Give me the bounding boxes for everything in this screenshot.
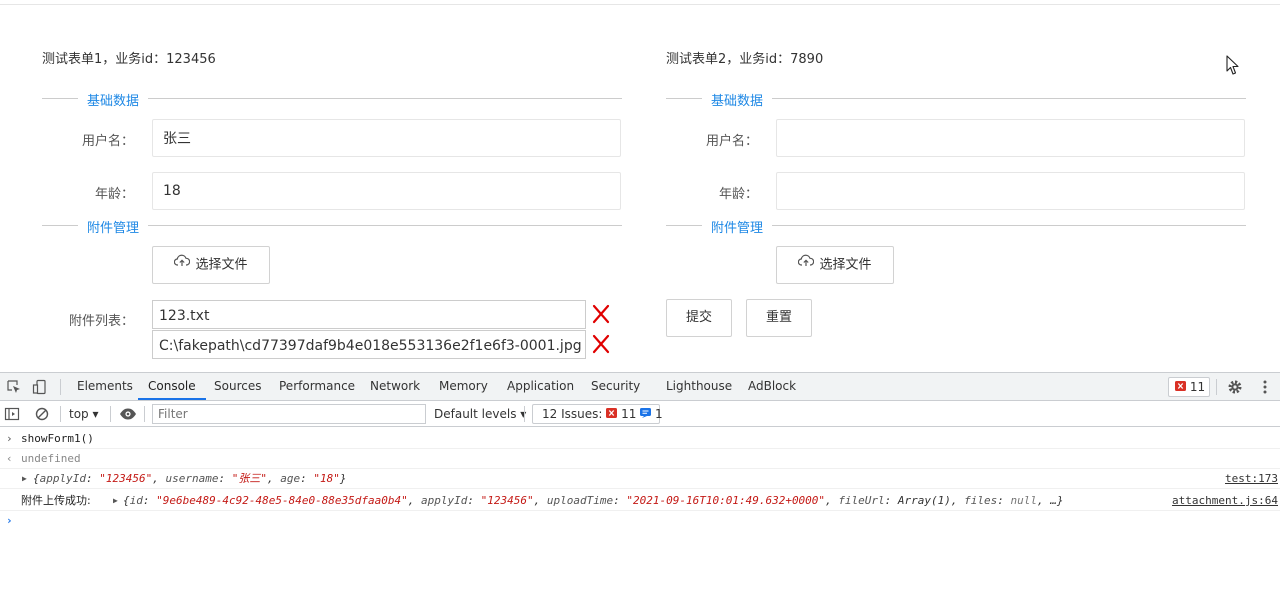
section-divider-attach: 附件管理 — [666, 217, 1246, 236]
eye-icon[interactable] — [119, 406, 136, 422]
age-input[interactable] — [776, 172, 1245, 210]
console-log-line[interactable]: 附件上传成功: ▶ {id: "9e6be489-4c92-48e5-84e0-… — [0, 491, 1280, 511]
tab-elements[interactable]: Elements — [77, 373, 133, 400]
more-vertical-icon[interactable] — [1257, 379, 1273, 395]
issues-button[interactable]: 12 Issues: 11 1 — [532, 404, 663, 424]
inspect-icon[interactable] — [6, 379, 22, 395]
issues-info-count: 1 — [655, 407, 663, 421]
expand-triangle-icon[interactable]: ▶ — [22, 469, 27, 489]
error-count-badge[interactable]: 11 — [1168, 377, 1210, 397]
console-command: showForm1() — [21, 432, 94, 445]
tab-console[interactable]: Console — [138, 373, 206, 400]
reset-button[interactable]: 重置 — [746, 299, 812, 337]
section-title: 附件管理 — [711, 221, 764, 236]
delete-x-icon[interactable] — [590, 333, 612, 355]
tab-lighthouse[interactable]: Lighthouse — [666, 373, 732, 400]
cursor-icon — [1226, 55, 1240, 80]
log-source-link[interactable]: test:173 — [1225, 469, 1278, 489]
choose-file-button[interactable]: 选择文件 — [776, 246, 894, 284]
settings-gear-icon[interactable] — [1227, 379, 1243, 395]
choose-file-button[interactable]: 选择文件 — [152, 246, 270, 284]
form-title: 测试表单1，业务id：123456 — [42, 52, 216, 67]
delete-x-icon[interactable] — [590, 303, 612, 325]
tab-sources[interactable]: Sources — [214, 373, 261, 400]
section-title: 基础数据 — [87, 94, 140, 109]
devtools-tabbar: Elements Console Sources Performance Net… — [0, 373, 1280, 401]
attachment-item: 123.txt — [152, 300, 586, 329]
attach-list-label: 附件列表： — [68, 314, 134, 329]
choose-file-label: 选择文件 — [819, 257, 872, 273]
error-count: 11 — [1189, 380, 1206, 394]
tab-application[interactable]: Application — [507, 373, 574, 400]
log-object: {applyId: "123456", username: "张三", age:… — [33, 472, 347, 485]
console-log-line[interactable]: ▶ {applyId: "123456", username: "张三", ag… — [0, 469, 1280, 489]
section-title: 基础数据 — [711, 94, 764, 109]
section-title: 附件管理 — [87, 221, 140, 236]
log-object: {id: "9e6be489-4c92-48e5-84e0-88e35dfaa0… — [123, 494, 1064, 507]
username-label: 用户名： — [705, 134, 758, 149]
section-divider-basic: 基础数据 — [666, 90, 1246, 109]
section-divider-basic: 基础数据 — [42, 90, 622, 109]
tab-adblock[interactable]: AdBlock — [748, 373, 796, 400]
device-toggle-icon[interactable] — [32, 379, 48, 395]
console-prompt[interactable]: › — [0, 511, 1280, 531]
console-input-line: › showForm1() — [0, 429, 1280, 449]
age-input[interactable] — [152, 172, 621, 210]
age-label: 年龄： — [94, 187, 134, 202]
sidebar-toggle-icon[interactable] — [4, 406, 20, 422]
attachment-item: C:\fakepath\cd77397daf9b4e018e553136e2f1… — [152, 330, 586, 359]
tab-network[interactable]: Network — [370, 373, 420, 400]
filter-input[interactable] — [152, 404, 426, 424]
info-icon — [640, 407, 652, 421]
tab-security[interactable]: Security — [591, 373, 640, 400]
tab-performance[interactable]: Performance — [279, 373, 355, 400]
expand-triangle-icon[interactable]: ▶ — [113, 491, 118, 511]
username-input[interactable] — [152, 119, 621, 157]
context-select[interactable]: top ▾ — [69, 401, 99, 427]
devtools-panel: Elements Console Sources Performance Net… — [0, 372, 1280, 608]
upload-cloud-icon — [174, 246, 191, 282]
log-source-link[interactable]: attachment.js:64 — [1172, 491, 1278, 511]
console-result-line: ‹ undefined — [0, 449, 1280, 469]
form-title: 测试表单2，业务id：7890 — [666, 52, 824, 67]
section-divider-attach: 附件管理 — [42, 217, 622, 236]
error-icon — [606, 407, 618, 421]
tab-memory[interactable]: Memory — [439, 373, 488, 400]
submit-button[interactable]: 提交 — [666, 299, 732, 337]
clear-console-icon[interactable] — [34, 406, 50, 422]
error-icon — [1175, 380, 1186, 394]
log-prefix: 附件上传成功: — [21, 494, 91, 507]
username-label: 用户名： — [81, 134, 134, 149]
issues-error-count: 11 — [621, 407, 637, 421]
age-label: 年龄： — [718, 187, 758, 202]
console-result: undefined — [21, 452, 81, 465]
username-input[interactable] — [776, 119, 1245, 157]
top-border — [0, 4, 1280, 5]
console-output: › showForm1() ‹ undefined ▶ {applyId: "1… — [0, 427, 1280, 609]
log-levels-select[interactable]: Default levels ▾ — [434, 401, 526, 427]
choose-file-label: 选择文件 — [195, 257, 248, 273]
issues-label: 12 Issues: — [542, 407, 603, 421]
upload-cloud-icon — [798, 246, 815, 282]
console-toolbar: top ▾ Default levels ▾ 12 Issues: 11 1 — [0, 401, 1280, 427]
